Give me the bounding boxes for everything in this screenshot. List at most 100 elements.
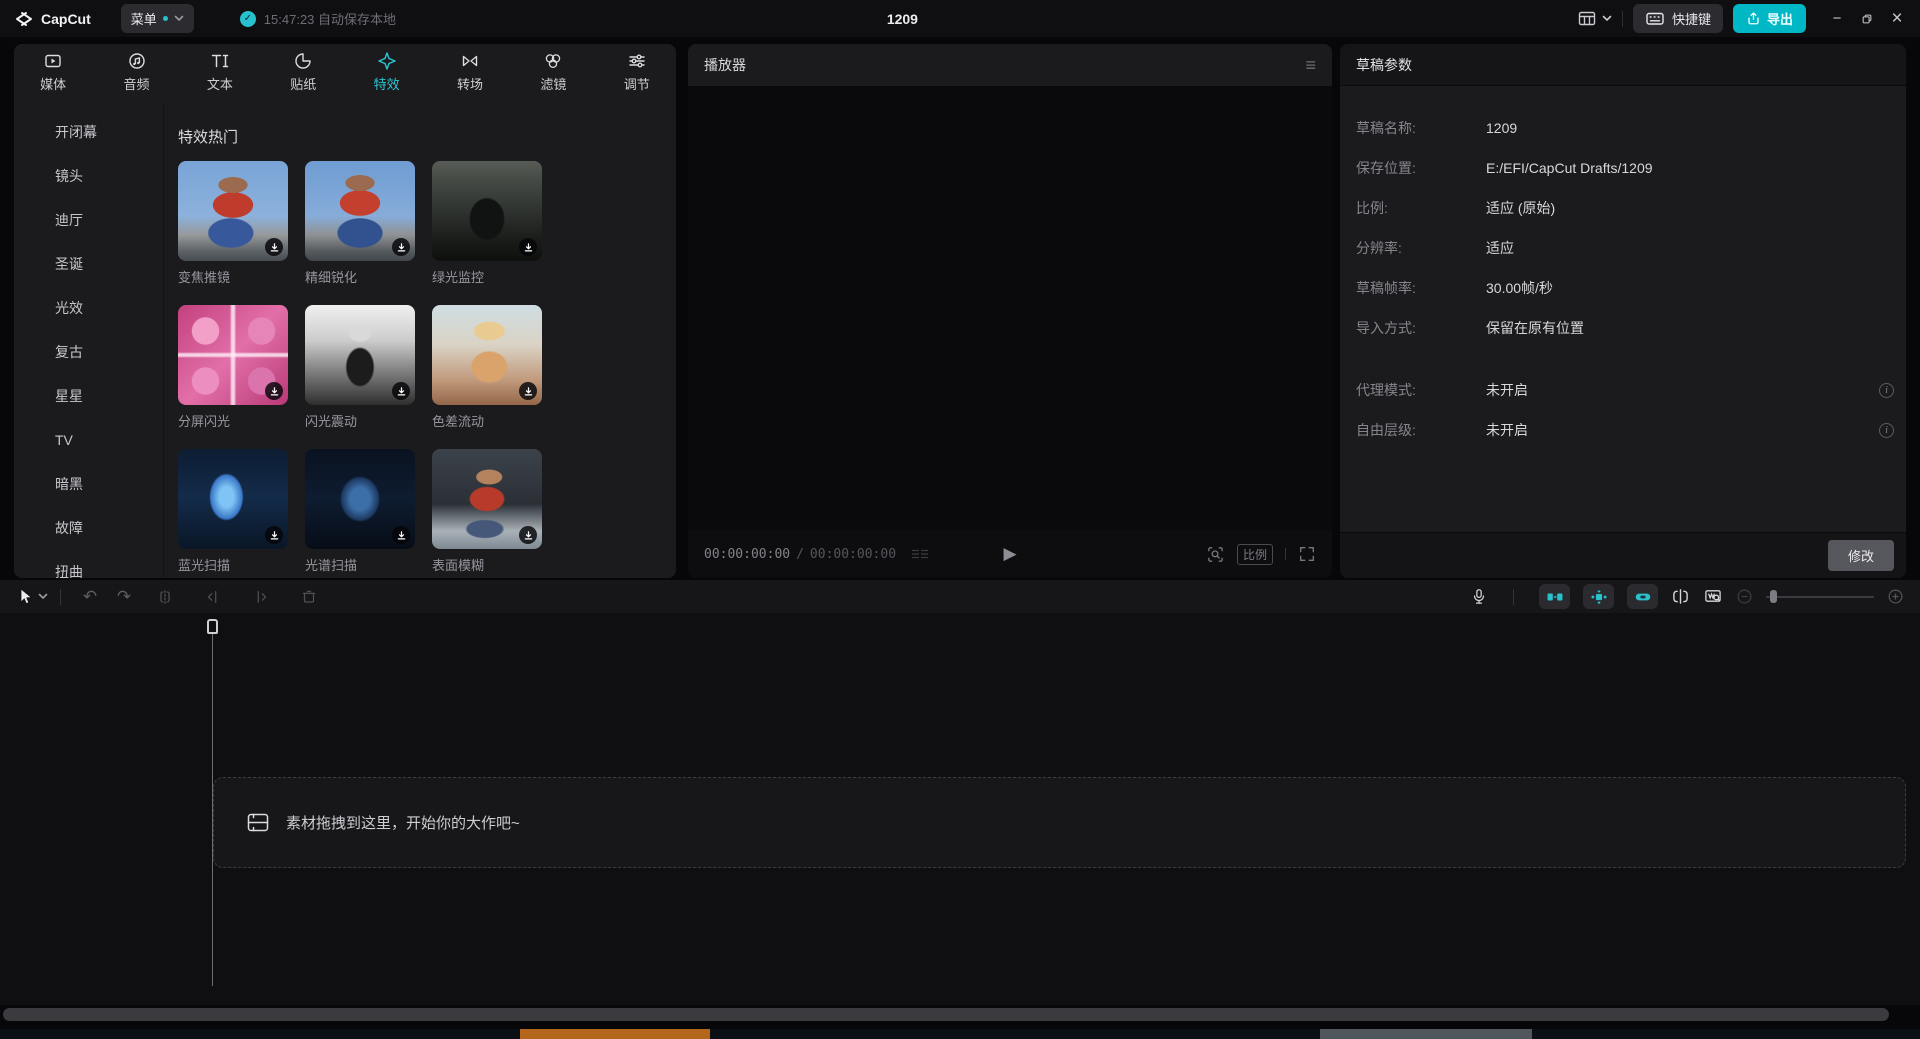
category-opening-closing[interactable]: 开闭幕: [14, 110, 163, 154]
aspect-ratio-button[interactable]: 比例: [1237, 544, 1273, 565]
menu-notification-dot: [163, 16, 168, 21]
download-icon[interactable]: [519, 238, 537, 256]
tab-label: 转场: [457, 74, 483, 93]
effect-item[interactable]: 蓝光扫描: [178, 449, 288, 574]
trim-right-icon: [252, 588, 270, 606]
export-button[interactable]: 导出: [1733, 4, 1806, 33]
select-tool-button[interactable]: [16, 587, 34, 606]
category-light[interactable]: 光效: [14, 286, 163, 330]
category-dark[interactable]: 暗黑: [14, 462, 163, 506]
divider: [1285, 548, 1286, 560]
audio-icon: [127, 51, 147, 71]
minimize-button[interactable]: −: [1822, 5, 1852, 33]
download-icon[interactable]: [392, 526, 410, 544]
effects-grid: 变焦推镜 精细锐化 绿光监控 分屏闪光: [178, 161, 676, 574]
horizontal-scrollbar[interactable]: [3, 1008, 1889, 1021]
download-icon[interactable]: [519, 526, 537, 544]
fullscreen-icon[interactable]: [1298, 545, 1316, 563]
transition-icon: [460, 51, 480, 71]
shortcuts-label: 快捷键: [1672, 9, 1711, 28]
category-stars[interactable]: 星星: [14, 374, 163, 418]
record-voiceover-button[interactable]: [1470, 587, 1488, 606]
tab-label: 滤镜: [540, 74, 566, 93]
microphone-icon: [1470, 587, 1488, 606]
tab-stickers[interactable]: 贴纸: [264, 51, 342, 102]
close-button[interactable]: ×: [1882, 5, 1912, 33]
modify-button[interactable]: 修改: [1828, 540, 1894, 571]
effect-name: 闪光震动: [305, 411, 415, 430]
category-tv[interactable]: TV: [14, 418, 163, 462]
cover-edit-button[interactable]: [1703, 588, 1723, 605]
category-retro[interactable]: 复古: [14, 330, 163, 374]
tab-audio[interactable]: 音频: [97, 51, 175, 102]
preview-quality-icon[interactable]: [1206, 545, 1225, 564]
zoom-out-button[interactable]: [1736, 588, 1753, 605]
effect-item[interactable]: 精细锐化: [305, 161, 415, 286]
download-icon[interactable]: [265, 526, 283, 544]
download-icon[interactable]: [392, 238, 410, 256]
play-button[interactable]: ▶: [1003, 544, 1016, 564]
tool-dropdown-chevron[interactable]: [38, 593, 48, 600]
keyboard-icon: [1645, 10, 1665, 27]
preview-axis-toggle-button[interactable]: [1627, 584, 1658, 609]
effect-item[interactable]: 表面模糊: [432, 449, 542, 574]
brand-name: CapCut: [41, 11, 91, 27]
draft-row-framerate: 草稿帧率: 30.00帧/秒: [1356, 268, 1894, 308]
effect-item[interactable]: 光谱扫描: [305, 449, 415, 574]
playhead-handle[interactable]: [207, 619, 218, 634]
tab-adjust[interactable]: 调节: [598, 51, 676, 102]
film-clip-icon: [246, 812, 270, 833]
tab-transitions[interactable]: 转场: [431, 51, 509, 102]
tab-media[interactable]: 媒体: [14, 51, 92, 102]
taskbar-orange-segment: [520, 1029, 710, 1039]
link-icon: [1634, 591, 1652, 603]
tab-label: 调节: [624, 74, 650, 93]
category-camera[interactable]: 镜头: [14, 154, 163, 198]
snap-toggle-button[interactable]: [1539, 584, 1570, 609]
tab-effects[interactable]: 特效: [348, 51, 426, 102]
undo-button[interactable]: ↶: [73, 587, 107, 607]
timeline-zoom-slider[interactable]: [1766, 590, 1874, 603]
slider-handle[interactable]: [1770, 590, 1777, 603]
split-preview-button[interactable]: [1671, 588, 1690, 605]
category-christmas[interactable]: 圣诞: [14, 242, 163, 286]
redo-button[interactable]: ↷: [107, 587, 141, 607]
info-icon[interactable]: i: [1879, 383, 1894, 398]
shortcuts-button[interactable]: 快捷键: [1633, 4, 1723, 33]
sticker-icon: [293, 51, 313, 71]
category-distort[interactable]: 扭曲: [14, 550, 163, 578]
timeline-dropzone[interactable]: 素材拖拽到这里，开始你的大作吧~: [213, 777, 1906, 868]
auto-pack-toggle-button[interactable]: [1583, 584, 1614, 609]
effect-item[interactable]: 绿光监控: [432, 161, 542, 286]
draft-panel-title: 草稿参数: [1340, 44, 1906, 86]
trim-left-button[interactable]: [189, 588, 237, 606]
download-icon[interactable]: [392, 382, 410, 400]
category-disco[interactable]: 迪厅: [14, 198, 163, 242]
effect-name: 变焦推镜: [178, 267, 288, 286]
timeline-area[interactable]: 素材拖拽到这里，开始你的大作吧~: [0, 613, 1920, 1005]
download-icon[interactable]: [265, 382, 283, 400]
effect-item[interactable]: 色差流动: [432, 305, 542, 430]
trim-right-button[interactable]: [237, 588, 285, 606]
effect-item[interactable]: 分屏闪光: [178, 305, 288, 430]
zoom-in-button[interactable]: [1887, 588, 1904, 605]
draft-row-resolution: 分辨率: 适应: [1356, 228, 1894, 268]
info-icon[interactable]: i: [1879, 423, 1894, 438]
chevron-down-icon: [38, 593, 48, 600]
tab-text[interactable]: 文本: [181, 51, 259, 102]
effect-thumbnail: [305, 161, 415, 261]
tab-filters[interactable]: 滤镜: [514, 51, 592, 102]
bracket-divider-icon: [1671, 588, 1690, 605]
restore-button[interactable]: [1852, 5, 1882, 33]
player-menu-icon[interactable]: ≡: [1305, 55, 1316, 76]
delete-button[interactable]: [285, 588, 333, 606]
category-glitch[interactable]: 故障: [14, 506, 163, 550]
effect-item[interactable]: 闪光震动: [305, 305, 415, 430]
player-title: 播放器: [704, 55, 746, 75]
layout-switch-button[interactable]: [1577, 10, 1612, 27]
split-button[interactable]: [141, 588, 189, 606]
effect-item[interactable]: 变焦推镜: [178, 161, 288, 286]
download-icon[interactable]: [265, 238, 283, 256]
menu-button[interactable]: 菜单: [121, 4, 194, 33]
download-icon[interactable]: [519, 382, 537, 400]
